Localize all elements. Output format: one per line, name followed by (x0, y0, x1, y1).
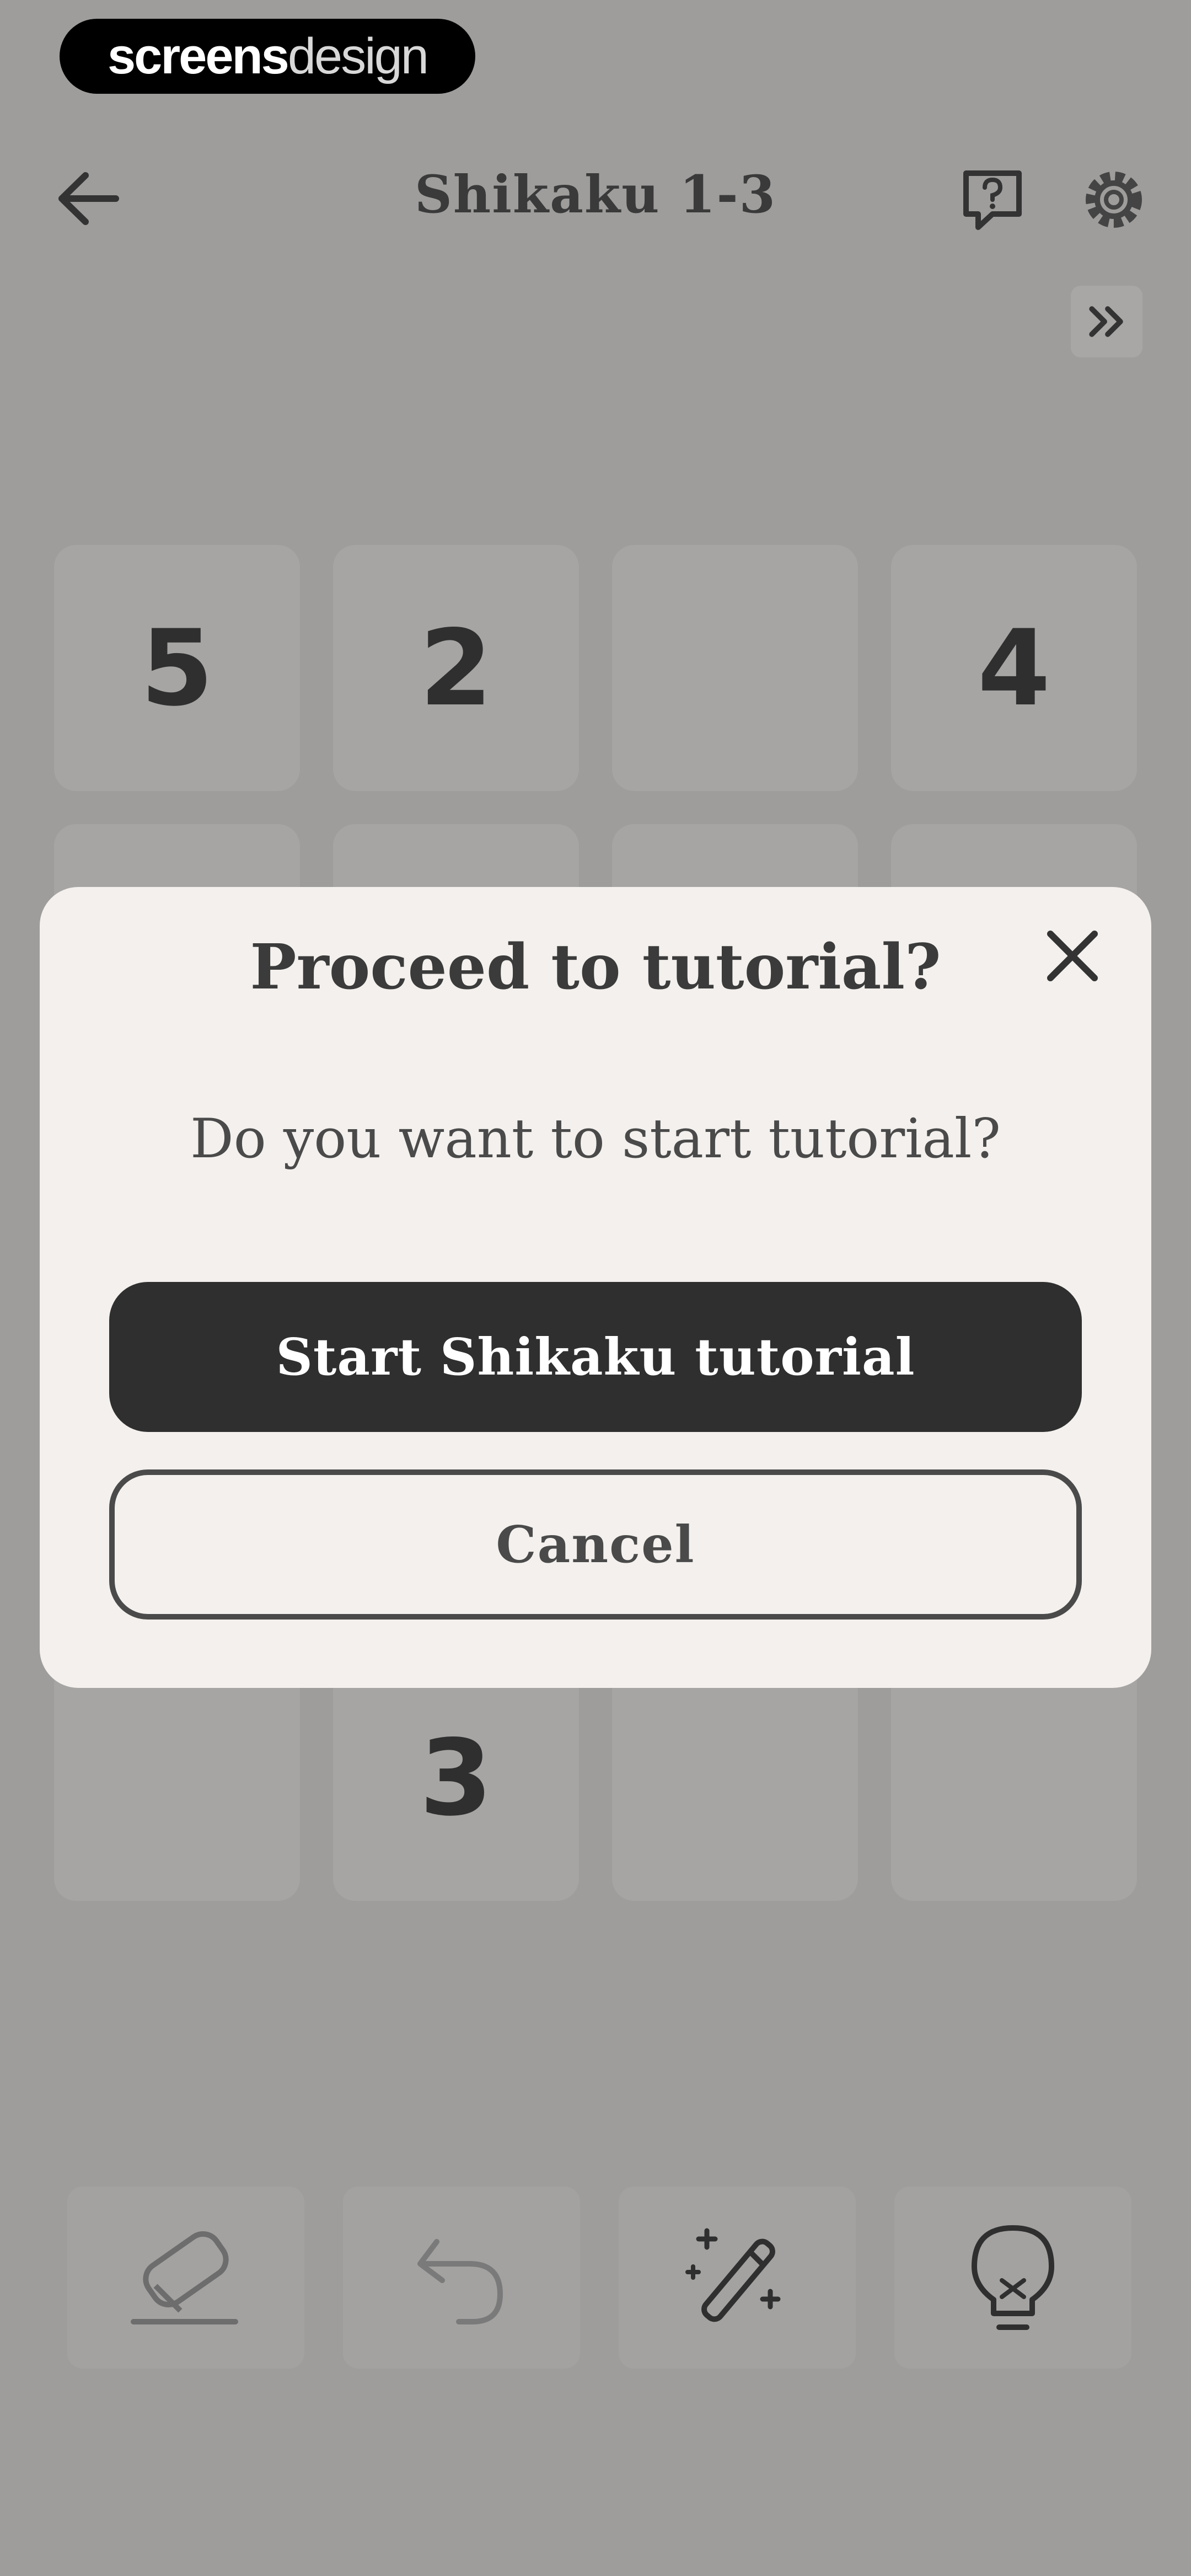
grid-cell[interactable]: 2 (333, 545, 579, 791)
lightbulb-icon (972, 2225, 1054, 2330)
magic-button[interactable] (619, 2187, 856, 2369)
screensdesign-watermark: screens design (60, 19, 475, 94)
undo-icon (417, 2239, 503, 2324)
grid-cell[interactable] (891, 1655, 1137, 1901)
gear-icon (1086, 172, 1142, 228)
question-speech-bubble-icon (963, 170, 1022, 230)
tutorial-dialog: Proceed to tutorial? Do you want to star… (40, 887, 1151, 1688)
skip-button[interactable] (1071, 286, 1142, 357)
cancel-button[interactable]: Cancel (109, 1469, 1082, 1620)
settings-button[interactable] (1075, 161, 1152, 238)
close-icon (1047, 931, 1098, 981)
hint-button[interactable] (894, 2187, 1131, 2369)
dialog-title: Proceed to tutorial? (250, 931, 941, 1003)
grid-cell[interactable]: 5 (54, 545, 300, 791)
grid-cell[interactable] (612, 1655, 858, 1901)
tool-bar (67, 2187, 1131, 2374)
eraser-button[interactable] (67, 2187, 304, 2369)
grid-cell[interactable]: 3 (333, 1655, 579, 1901)
watermark-bold: screens (108, 28, 289, 84)
top-bar: Shikaku 1-3 (0, 138, 1191, 259)
watermark-light: design (287, 28, 429, 84)
grid-cell[interactable] (612, 545, 858, 791)
double-chevron-right-icon (1089, 306, 1123, 337)
close-button[interactable] (1037, 920, 1108, 992)
eraser-icon (131, 2231, 238, 2324)
grid-cell[interactable] (54, 1655, 300, 1901)
dialog-message: Do you want to start tutorial? (190, 1108, 1001, 1171)
help-button[interactable] (954, 161, 1031, 238)
game-screen: screens design Shikaku 1-3 5 2 4 3 Proce… (0, 0, 1191, 2576)
magic-wand-icon (685, 2228, 781, 2322)
start-tutorial-button[interactable]: Start Shikaku tutorial (109, 1282, 1082, 1432)
grid-cell[interactable]: 4 (891, 545, 1137, 791)
undo-button[interactable] (343, 2187, 580, 2369)
